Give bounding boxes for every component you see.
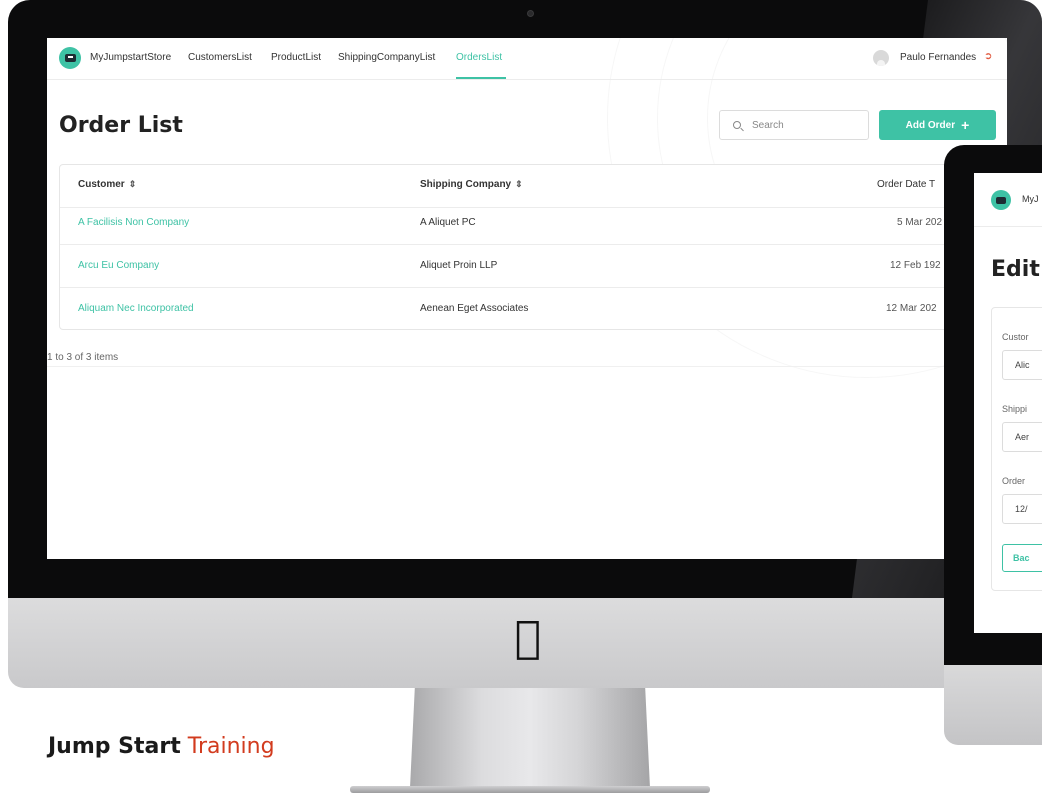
shipping-field-label: Shippi xyxy=(1002,404,1028,414)
imac-stand-base xyxy=(350,786,710,793)
page-title: Order List xyxy=(59,113,183,138)
order-date-cell: 5 Mar 202 xyxy=(897,217,943,228)
order-date-cell: 12 Feb 192 xyxy=(890,260,941,271)
column-header-shipping-company[interactable]: Shipping Company ⇕ xyxy=(420,179,523,190)
nav-link-orders[interactable]: OrdersList xyxy=(456,52,502,63)
camera xyxy=(527,10,534,17)
orders-table: Customer ⇕ Shipping Company ⇕ Order Date T… xyxy=(59,164,1007,330)
customer-link[interactable]: Aliquam Nec Incorporated xyxy=(78,303,194,314)
brand-name[interactable]: MyJ xyxy=(1022,194,1039,204)
edit-page-title: Edit xyxy=(991,257,1040,282)
column-header-customer[interactable]: Customer ⇕ xyxy=(78,179,136,190)
pagination-summary: 1 to 3 of 3 items xyxy=(47,352,119,363)
add-order-button[interactable]: Add Order + xyxy=(879,110,996,140)
search-placeholder: Search xyxy=(752,120,784,131)
customer-field-label: Custor xyxy=(1002,332,1029,342)
table-row[interactable]: A Facilisis Non Company A Aliquet PC 5 M… xyxy=(60,202,1007,245)
brand-logo-icon[interactable] xyxy=(991,190,1011,210)
apple-logo-icon:  xyxy=(503,612,553,664)
top-navbar: MyJumpstartStore CustomersList ProductLi… xyxy=(47,38,1007,80)
divider xyxy=(47,366,1007,367)
search-icon xyxy=(733,121,741,129)
search-input[interactable]: Search xyxy=(719,110,869,140)
customer-link[interactable]: Arcu Eu Company xyxy=(78,260,159,271)
main-screen: MyJumpstartStore CustomersList ProductLi… xyxy=(47,38,1007,559)
user-name[interactable]: Paulo Fernandes xyxy=(900,52,976,63)
second-screen: MyJ Edit Custor Alic Shippi Aer Order 12… xyxy=(974,173,1042,633)
customer-select[interactable]: Alic xyxy=(1002,350,1042,380)
order-date-input[interactable]: 12/ xyxy=(1002,494,1042,524)
second-imac-chin xyxy=(944,665,1042,745)
shipping-company-cell: Aenean Eget Associates xyxy=(420,303,529,314)
plus-icon: + xyxy=(961,117,970,133)
nav-link-products[interactable]: ProductList xyxy=(271,52,321,63)
active-tab-indicator xyxy=(456,77,506,79)
second-navbar: MyJ xyxy=(974,173,1042,227)
caption-bold: Jump Start xyxy=(48,734,181,759)
user-avatar-icon[interactable] xyxy=(873,50,889,66)
customer-link[interactable]: A Facilisis Non Company xyxy=(78,217,189,228)
sort-icon[interactable]: ⇕ xyxy=(515,179,523,189)
shipping-company-cell: Aliquet Proin LLP xyxy=(420,260,498,271)
logout-icon[interactable]: ➲ xyxy=(984,51,992,62)
nav-link-customers[interactable]: CustomersList xyxy=(188,52,252,63)
shipping-company-select[interactable]: Aer xyxy=(1002,422,1042,452)
shipping-company-cell: A Aliquet PC xyxy=(420,217,476,228)
add-order-label: Add Order xyxy=(905,119,956,131)
table-row[interactable]: Arcu Eu Company Aliquet Proin LLP 12 Feb… xyxy=(60,245,1007,288)
sort-icon[interactable]: ⇕ xyxy=(129,179,137,189)
caption-accent: Training xyxy=(187,734,275,759)
order-date-cell: 12 Mar 202 xyxy=(886,303,937,314)
caption: Jump Start Training xyxy=(48,734,275,759)
edit-order-form: Custor Alic Shippi Aer Order 12/ Bac xyxy=(991,307,1042,591)
imac-stand xyxy=(410,688,650,788)
nav-link-shipping-companies[interactable]: ShippingCompanyList xyxy=(338,52,435,63)
back-button[interactable]: Bac xyxy=(1002,544,1042,572)
table-row[interactable]: Aliquam Nec Incorporated Aenean Eget Ass… xyxy=(60,288,1007,331)
brand-name[interactable]: MyJumpstartStore xyxy=(90,52,171,63)
order-date-field-label: Order xyxy=(1002,476,1026,486)
column-header-order-date[interactable]: Order Date T xyxy=(877,179,935,190)
brand-logo-icon[interactable] xyxy=(59,47,81,69)
